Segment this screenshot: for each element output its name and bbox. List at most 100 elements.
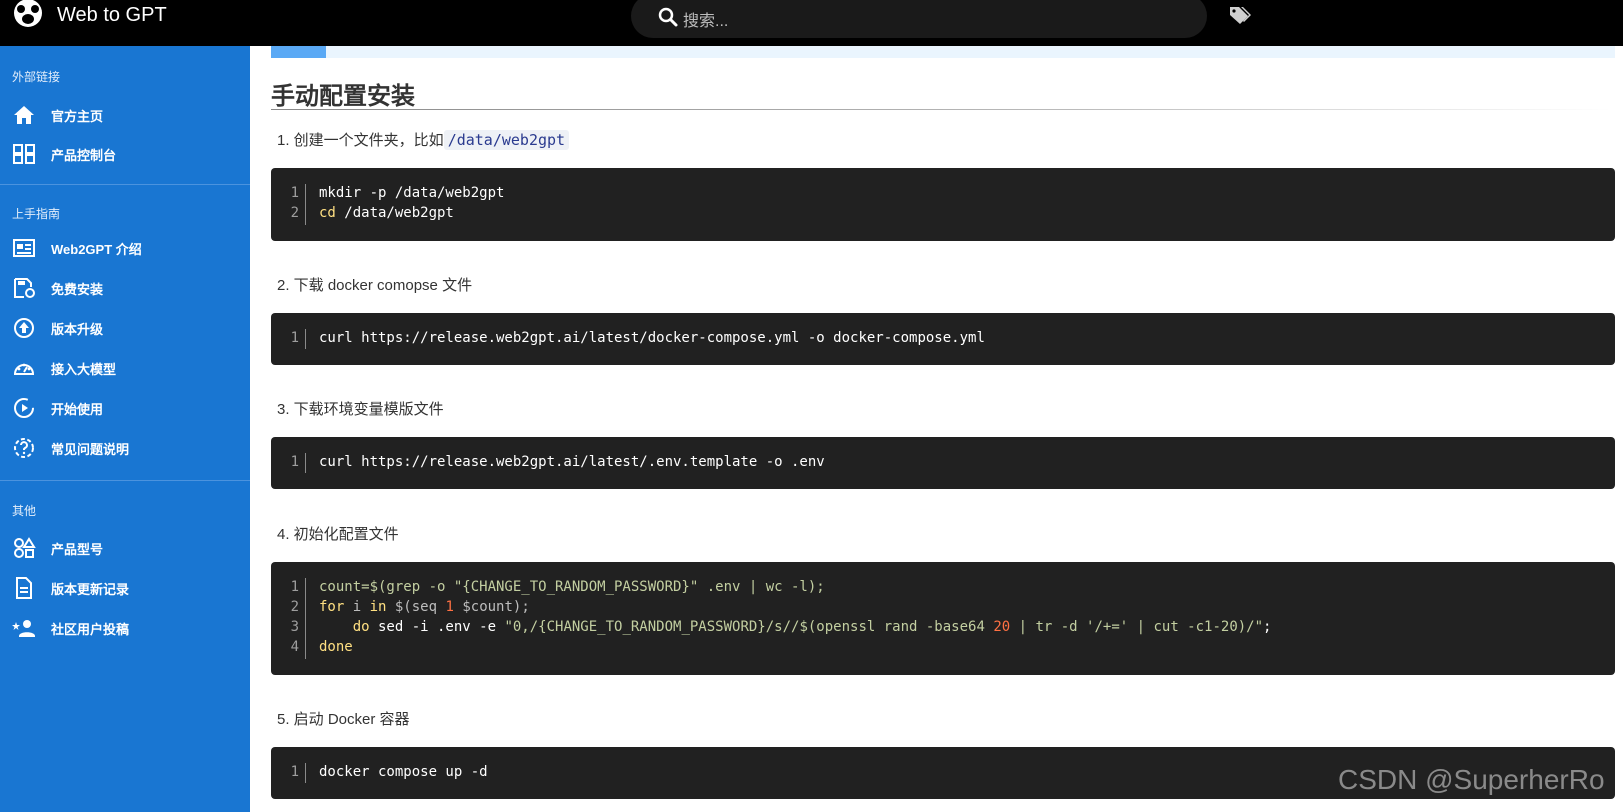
code-keyword: for: [319, 599, 345, 615]
code-line: count=$(grep -o "{CHANGE_TO_RANDOM_PASSW…: [319, 579, 825, 595]
sidebar: 外部链接 官方主页 产品控制台 上手指南 Web2GPT 介绍 免费安装 版本升…: [0, 46, 250, 812]
code-text: $(seq: [386, 599, 446, 615]
step-label: 5. 启动 Docker 容器: [277, 711, 410, 728]
code-keyword: done: [319, 639, 353, 655]
code-text: i: [344, 599, 370, 615]
line-number: 1: [290, 454, 299, 470]
step-label: 3. 下载环境变量模版文件: [277, 401, 444, 418]
step-text: 4. 初始化配置文件: [277, 523, 399, 544]
sidebar-item-label: 产品控制台: [51, 148, 117, 163]
sidebar-item-label: 版本升级: [51, 322, 104, 337]
sidebar-item-upgrade[interactable]: 版本升级: [0, 311, 250, 345]
line-gutter: 1: [279, 763, 306, 783]
code-keyword: cd: [319, 205, 336, 221]
play-circle-icon: [14, 398, 34, 418]
line-gutter: 1: [279, 329, 306, 349]
code-text: $count);: [453, 599, 530, 615]
newspaper-icon: [13, 239, 35, 257]
code-line: cd /data/web2gpt: [319, 205, 454, 221]
heading-underline: [271, 109, 1611, 110]
sidebar-section-title: 上手指南: [12, 207, 61, 221]
search-icon: [658, 7, 678, 27]
sidebar-divider: [0, 184, 250, 185]
code-line: done: [319, 639, 353, 655]
code-line: mkdir -p /data/web2gpt: [319, 185, 505, 201]
code-keyword: do: [352, 619, 370, 635]
admonition-banner: [271, 46, 1615, 58]
sidebar-item-label: 常见问题说明: [51, 442, 130, 457]
code-number: 1: [445, 599, 454, 615]
document-icon: [16, 577, 32, 599]
sidebar-item-label: 版本更新记录: [51, 582, 130, 597]
panda-logo-icon[interactable]: [12, 0, 44, 30]
code-string: "0,/{CHANGE_TO_RANDOM_PASSWORD}/s//$(ope…: [504, 619, 994, 635]
step-text: 2. 下载 docker comopse 文件: [277, 274, 472, 295]
home-icon: [14, 106, 34, 124]
top-bar: Web to GPT 搜索...: [0, 0, 1623, 46]
step-text: 1. 创建一个文件夹，比如/data/web2gpt: [277, 129, 570, 150]
line-gutter: 1 2 3 4: [279, 578, 306, 659]
code-line: for i in $(seq 1 $count);: [319, 599, 530, 615]
sidebar-section-title: 其他: [12, 504, 37, 518]
sidebar-item-label: Web2GPT 介绍: [51, 242, 142, 257]
code-block[interactable]: 1 curl https://release.web2gpt.ai/latest…: [271, 313, 1615, 365]
code-text: sed -i .env -e: [369, 619, 505, 635]
line-number: 1: [290, 185, 299, 201]
line-number: 3: [290, 619, 299, 635]
help-circle-icon: [14, 438, 34, 458]
sidebar-item-intro[interactable]: Web2GPT 介绍: [0, 231, 250, 265]
tags-icon[interactable]: [1228, 4, 1252, 26]
sidebar-item-label: 社区用户投稿: [51, 622, 130, 637]
code-line: curl https://release.web2gpt.ai/latest/.…: [319, 454, 825, 470]
sidebar-item-label: 官方主页: [51, 109, 104, 124]
code-block[interactable]: 1 curl https://release.web2gpt.ai/latest…: [271, 437, 1615, 489]
step-text: 3. 下载环境变量模版文件: [277, 398, 444, 419]
line-number: 4: [290, 639, 299, 655]
step-label: 1. 创建一个文件夹，比如: [277, 132, 444, 149]
code-text: /data/web2gpt: [335, 205, 454, 221]
code-block[interactable]: 1 2 mkdir -p /data/web2gpt cd /data/web2…: [271, 168, 1615, 241]
sidebar-item-label: 接入大模型: [51, 362, 117, 377]
code-block[interactable]: 1 2 3 4 count=$(grep -o "{CHANGE_TO_RAND…: [271, 562, 1615, 675]
sidebar-item-install[interactable]: 免费安装: [0, 271, 250, 305]
step-label: 4. 初始化配置文件: [277, 526, 399, 543]
sidebar-item-label: 开始使用: [51, 402, 104, 417]
step-label: 2. 下载 docker comopse 文件: [277, 277, 473, 294]
search-input[interactable]: 搜索...: [631, 0, 1207, 38]
sidebar-item-community[interactable]: 社区用户投稿: [0, 611, 250, 645]
code-line: do sed -i .env -e "0,/{CHANGE_TO_RANDOM_…: [319, 619, 1272, 635]
csdn-watermark: CSDN @SuperherRo: [1338, 764, 1605, 795]
sidebar-item-model[interactable]: 接入大模型: [0, 351, 250, 385]
code-line: curl https://release.web2gpt.ai/latest/d…: [319, 330, 985, 346]
shapes-icon: [14, 537, 36, 558]
code-keyword: in: [369, 599, 387, 615]
line-number: 1: [290, 579, 299, 595]
sidebar-item-changelog[interactable]: 版本更新记录: [0, 571, 250, 605]
code-number: 20: [993, 619, 1011, 635]
sidebar-item-faq[interactable]: 常见问题说明: [0, 431, 250, 465]
account-star-icon: [12, 620, 35, 637]
install-icon: [14, 278, 35, 298]
line-gutter: 1 2: [279, 184, 306, 225]
step-text: 5. 启动 Docker 容器: [277, 708, 410, 729]
dashboard-icon: [13, 144, 35, 164]
line-number: 1: [290, 764, 299, 780]
sidebar-item-start[interactable]: 开始使用: [0, 391, 250, 425]
line-number: 2: [290, 205, 299, 221]
sidebar-item-home[interactable]: 官方主页: [0, 98, 250, 132]
code-string: | tr -d '/+=' | cut -c1-20)/": [1010, 619, 1264, 635]
line-number: 2: [290, 599, 299, 615]
sidebar-item-label: 产品型号: [51, 542, 104, 557]
code-text: ;: [1263, 619, 1272, 635]
sidebar-item-console[interactable]: 产品控制台: [0, 137, 250, 171]
inline-code: /data/web2gpt: [443, 130, 570, 150]
page-heading: 手动配置安装: [271, 83, 415, 110]
line-number: 1: [290, 330, 299, 346]
upgrade-icon: [14, 318, 34, 338]
sidebar-item-models[interactable]: 产品型号: [0, 531, 250, 565]
brand-title[interactable]: Web to GPT: [57, 4, 167, 27]
admonition-accent: [271, 46, 326, 58]
sidebar-item-label: 免费安装: [51, 282, 104, 297]
speedometer-icon: [13, 363, 35, 375]
